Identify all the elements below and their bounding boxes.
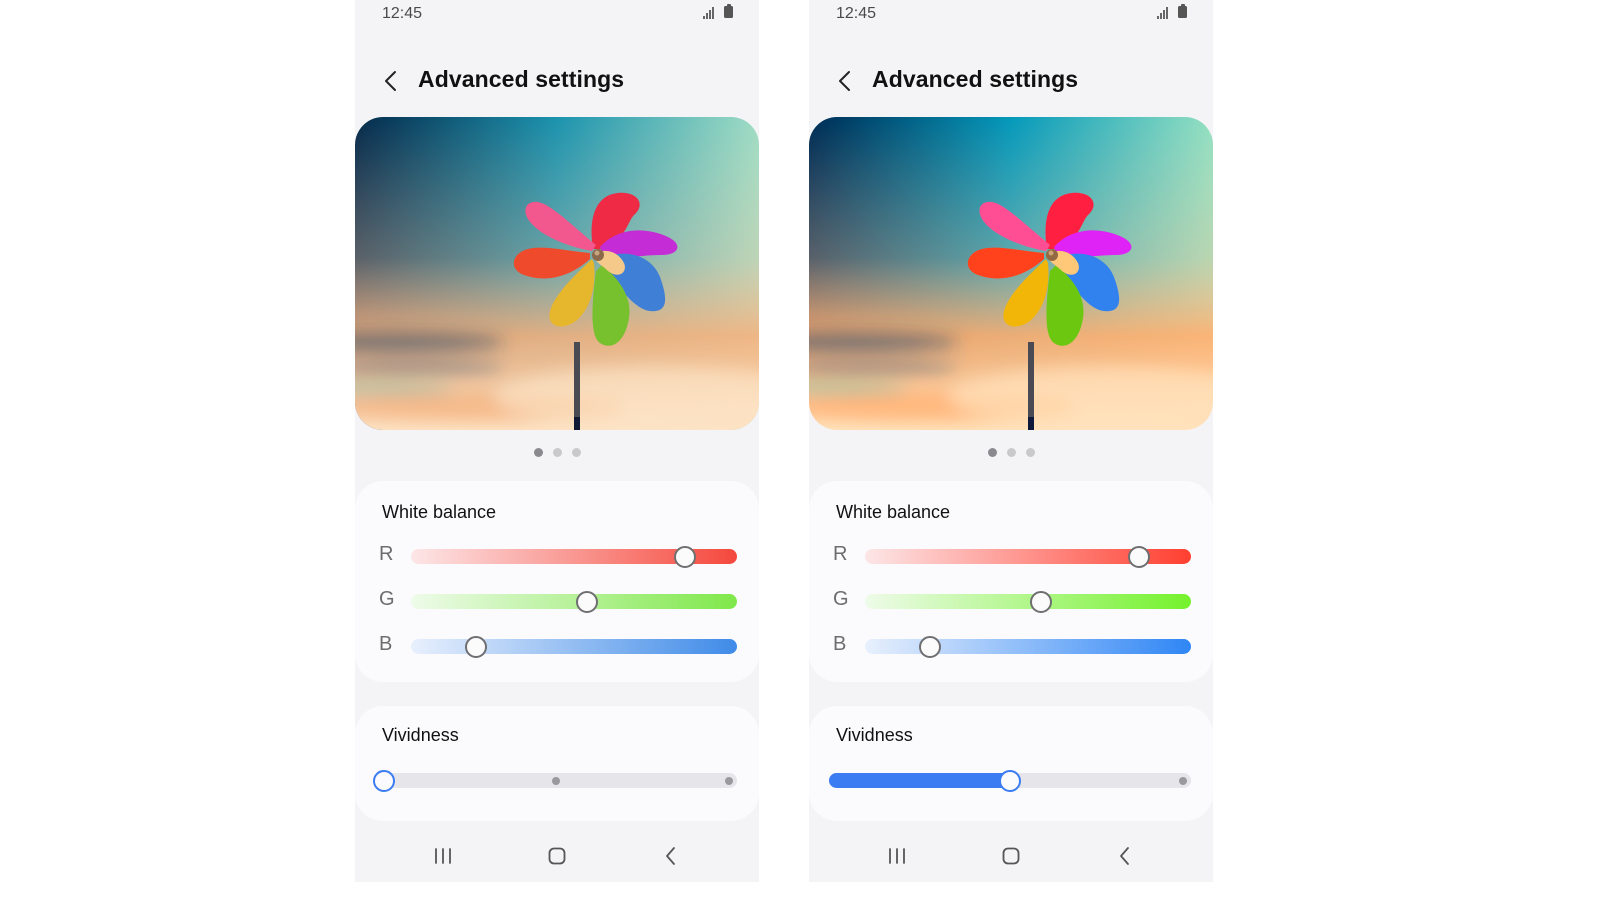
white-balance-slider-b[interactable] [865, 635, 1191, 658]
app-header: Advanced settings [809, 58, 1213, 104]
phone-screen-after: 12:45 Advanced settings White balance R … [809, 0, 1213, 882]
app-header: Advanced settings [355, 58, 759, 104]
page-title: Advanced settings [418, 66, 625, 92]
home-button[interactable] [981, 836, 1041, 876]
signal-icon [1157, 6, 1168, 19]
white-balance-card: White balance R G B [355, 481, 759, 682]
vividness-card: Vividness [355, 706, 759, 821]
white-balance-row-r: R [355, 541, 759, 571]
page-dot[interactable] [552, 448, 562, 457]
chevron-left-icon [839, 71, 850, 91]
recent-apps-icon [435, 848, 451, 864]
channel-label: G [379, 588, 395, 610]
recent-apps-icon [889, 848, 905, 864]
preview-image[interactable] [809, 117, 1213, 430]
recent-apps-button[interactable] [413, 836, 473, 876]
status-icons [1157, 4, 1187, 19]
vividness-slider[interactable] [829, 769, 1191, 792]
page-dot[interactable] [987, 448, 997, 457]
white-balance-row-g: G [355, 586, 759, 616]
vividness-step-mark [725, 776, 733, 785]
white-balance-row-b: B [355, 631, 759, 661]
pinwheel-stick [574, 342, 580, 430]
home-icon [1002, 847, 1020, 865]
navigation-bar [355, 836, 759, 876]
slider-thumb[interactable] [673, 545, 696, 568]
slider-thumb[interactable] [919, 635, 942, 658]
channel-label: B [833, 633, 847, 655]
white-balance-slider-r[interactable] [411, 545, 737, 568]
vividness-card: Vividness [809, 706, 1213, 821]
page-indicator [355, 448, 759, 457]
channel-label: B [379, 633, 393, 655]
page-indicator [809, 448, 1213, 457]
back-icon [666, 847, 675, 865]
slider-thumb[interactable] [576, 590, 599, 613]
channel-label: R [379, 543, 394, 565]
vividness-step-mark [552, 776, 560, 785]
status-bar: 12:45 [355, 0, 759, 28]
page-dot[interactable] [1006, 448, 1016, 457]
channel-label: G [833, 588, 849, 610]
vividness-fill [829, 773, 1010, 788]
status-time: 12:45 [382, 5, 423, 22]
page-dot[interactable] [533, 448, 543, 457]
pinwheel-photo [355, 117, 759, 430]
vividness-title: Vividness [836, 725, 913, 745]
slider-thumb[interactable] [465, 635, 488, 658]
page-title: Advanced settings [872, 66, 1079, 92]
vividness-thumb[interactable] [373, 769, 395, 792]
white-balance-slider-b[interactable] [411, 635, 737, 658]
nav-back-button[interactable] [1095, 836, 1155, 876]
page-dot[interactable] [571, 448, 581, 457]
slider-thumb[interactable] [1030, 590, 1053, 613]
chevron-left-icon [385, 71, 396, 91]
slider-thumb[interactable] [1127, 545, 1150, 568]
preview-image[interactable] [355, 117, 759, 430]
home-icon [548, 847, 566, 865]
white-balance-slider-r[interactable] [865, 545, 1191, 568]
signal-icon [703, 6, 714, 19]
back-icon [1120, 847, 1129, 865]
back-button[interactable] [377, 66, 407, 96]
white-balance-title: White balance [836, 502, 951, 522]
nav-back-button[interactable] [641, 836, 701, 876]
white-balance-row-b: B [809, 631, 1213, 661]
pinwheel-stick [1028, 342, 1034, 430]
battery-icon [1178, 4, 1187, 18]
vividness-step-mark [1179, 776, 1187, 785]
vividness-title: Vividness [382, 725, 459, 745]
white-balance-slider-g[interactable] [865, 590, 1191, 613]
vividness-slider[interactable] [373, 769, 737, 792]
status-icons [703, 4, 733, 19]
white-balance-row-r: R [809, 541, 1213, 571]
navigation-bar [809, 836, 1213, 876]
status-time: 12:45 [836, 5, 877, 22]
home-button[interactable] [527, 836, 587, 876]
page-dot[interactable] [1025, 448, 1035, 457]
white-balance-title: White balance [382, 502, 497, 522]
white-balance-slider-g[interactable] [411, 590, 737, 613]
white-balance-row-g: G [809, 586, 1213, 616]
back-button[interactable] [831, 66, 861, 96]
vividness-thumb[interactable] [999, 769, 1021, 792]
status-bar: 12:45 [809, 0, 1213, 28]
white-balance-card: White balance R G B [809, 481, 1213, 682]
recent-apps-button[interactable] [867, 836, 927, 876]
battery-icon [724, 4, 733, 18]
channel-label: R [833, 543, 848, 565]
phone-screen-before: 12:45 Advanced settings White balance R … [355, 0, 759, 882]
pinwheel-photo [809, 117, 1213, 430]
